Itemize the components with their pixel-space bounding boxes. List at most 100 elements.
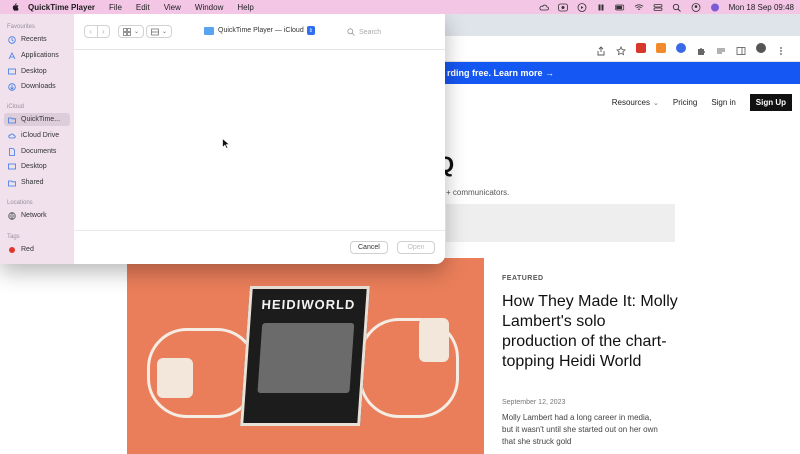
user-icon[interactable]	[691, 2, 701, 12]
chevron-down-icon: ⌄	[161, 29, 168, 35]
sidebar-toggle-icon[interactable]	[736, 43, 746, 55]
menu-help[interactable]: Help	[237, 3, 253, 12]
nav-resources-label: Resources	[611, 98, 650, 107]
forward-button[interactable]: ›	[96, 26, 110, 37]
hero-input-area[interactable]	[446, 204, 675, 242]
featured-label: FEATURED	[502, 275, 544, 282]
extension-blue-icon[interactable]	[676, 43, 686, 53]
chevron-down-icon: ⌄	[652, 100, 659, 107]
sidebar-item-network[interactable]: Network	[4, 209, 70, 222]
group-view-button[interactable]: ⌄	[146, 25, 172, 38]
pause-icon[interactable]	[596, 3, 606, 12]
sidebar-item-shared[interactable]: Shared	[4, 176, 70, 189]
location-popup[interactable]: QuickTime Player — iCloud ⇕	[204, 26, 315, 35]
article-title[interactable]: How They Made It: Molly Lambert's solo p…	[502, 292, 682, 372]
menu-file[interactable]: File	[109, 3, 122, 12]
menu-clock[interactable]: Mon 18 Sep 09:48	[729, 3, 794, 12]
group-icon	[151, 28, 159, 35]
menu-bar: QuickTime Player File Edit View Window H…	[0, 0, 800, 14]
signup-button[interactable]: Sign Up	[749, 94, 792, 111]
album-photo	[257, 323, 355, 393]
sidebar-item-tag-red[interactable]: Red	[4, 243, 70, 256]
play-icon[interactable]	[577, 2, 587, 12]
download-icon	[8, 82, 16, 91]
location-label: QuickTime Player — iCloud	[218, 27, 304, 34]
grid-icon	[123, 27, 131, 36]
sidebar-item-label: Downloads	[21, 83, 56, 90]
globe-icon	[8, 211, 16, 220]
wifi-icon[interactable]	[634, 3, 644, 12]
applications-icon	[8, 51, 16, 59]
sidebar-item-icloud-drive[interactable]: iCloud Drive	[4, 129, 70, 142]
sidebar-item-label: Red	[21, 246, 34, 253]
sidebar-item-label: Applications	[21, 52, 59, 59]
cup-illustration	[419, 318, 449, 362]
sidebar-section-icloud: iCloud	[7, 104, 25, 110]
red-tag-dot	[9, 246, 15, 253]
icon-view-button[interactable]: ⌄	[118, 25, 144, 38]
menu-view[interactable]: View	[164, 3, 181, 12]
updown-chevron-icon: ⇕	[306, 26, 315, 35]
file-list-area[interactable]	[74, 50, 445, 230]
record-icon[interactable]	[557, 3, 568, 12]
folder-icon	[204, 26, 214, 35]
search-icon	[347, 28, 355, 36]
open-button[interactable]: Open	[397, 241, 435, 254]
dialog-footer: Cancel Open	[74, 230, 445, 264]
desktop-icon	[8, 68, 16, 74]
sidebar-item-label: Shared	[21, 179, 44, 186]
sidebar-item-downloads[interactable]: Downloads	[4, 80, 70, 93]
back-button[interactable]: ‹	[85, 26, 97, 37]
puzzle-icon[interactable]	[696, 43, 706, 55]
reading-list-icon[interactable]	[716, 43, 726, 54]
sidebar-item-label: QuickTime...	[21, 116, 61, 123]
cancel-button[interactable]: Cancel	[350, 241, 388, 254]
nav-resources[interactable]: Resources ⌄	[612, 98, 659, 107]
sidebar-item-quicktime[interactable]: QuickTime...	[4, 113, 70, 126]
browser-extensions	[596, 43, 786, 56]
menu-app-name[interactable]: QuickTime Player	[28, 3, 95, 12]
sidebar-item-label: Recents	[21, 36, 47, 43]
desktop-icon	[8, 163, 16, 169]
apple-icon[interactable]	[10, 2, 20, 12]
control-center-icon[interactable]	[653, 3, 663, 12]
featured-article-image[interactable]: HEIDIWORLD	[127, 258, 484, 454]
menu-edit[interactable]: Edit	[136, 3, 150, 12]
sidebar-item-label: Network	[21, 212, 47, 219]
article-date: September 12, 2023	[502, 399, 566, 406]
dialog-sidebar: Favourites Recents Applications Desktop …	[0, 14, 74, 264]
sidebar-item-label: Desktop	[21, 163, 47, 170]
mouse-cursor-icon	[222, 138, 230, 149]
siri-icon[interactable]	[710, 3, 720, 12]
nav-signin[interactable]: Sign in	[711, 98, 735, 107]
status-area: Mon 18 Sep 09:48	[539, 0, 794, 14]
nav-pricing[interactable]: Pricing	[673, 98, 697, 107]
profile-avatar[interactable]	[756, 43, 766, 53]
share-icon[interactable]	[596, 43, 606, 56]
search-icon[interactable]	[672, 3, 682, 12]
sidebar-item-icloud-desktop[interactable]: Desktop	[4, 160, 70, 173]
sidebar-item-desktop[interactable]: Desktop	[4, 65, 70, 78]
document-icon	[9, 147, 15, 156]
battery-icon[interactable]	[614, 3, 625, 12]
sidebar-item-documents[interactable]: Documents	[4, 145, 70, 158]
shared-folder-icon	[8, 180, 16, 186]
bookmark-star-icon[interactable]	[616, 43, 626, 56]
cloud-icon	[8, 133, 16, 138]
sidebar-item-applications[interactable]: Applications	[4, 49, 70, 62]
sidebar-item-recents[interactable]: Recents	[4, 33, 70, 46]
album-box-title: HEIDIWORLD	[261, 297, 356, 312]
sidebar-item-label: Desktop	[21, 68, 47, 75]
cloud-icon[interactable]	[539, 3, 549, 12]
more-menu-icon[interactable]	[776, 43, 786, 55]
search-field[interactable]: Search	[347, 25, 435, 39]
extension-orange-icon[interactable]	[656, 43, 666, 53]
folder-icon	[8, 117, 16, 123]
chevron-down-icon: ⌄	[133, 29, 140, 35]
site-nav: Resources ⌄ Pricing Sign in Sign Up	[612, 94, 792, 111]
clock-icon	[8, 35, 16, 44]
extension-red-icon[interactable]	[636, 43, 646, 53]
search-placeholder: Search	[359, 28, 382, 36]
article-excerpt: Molly Lambert had a long career in media…	[502, 413, 658, 446]
menu-window[interactable]: Window	[195, 3, 223, 12]
